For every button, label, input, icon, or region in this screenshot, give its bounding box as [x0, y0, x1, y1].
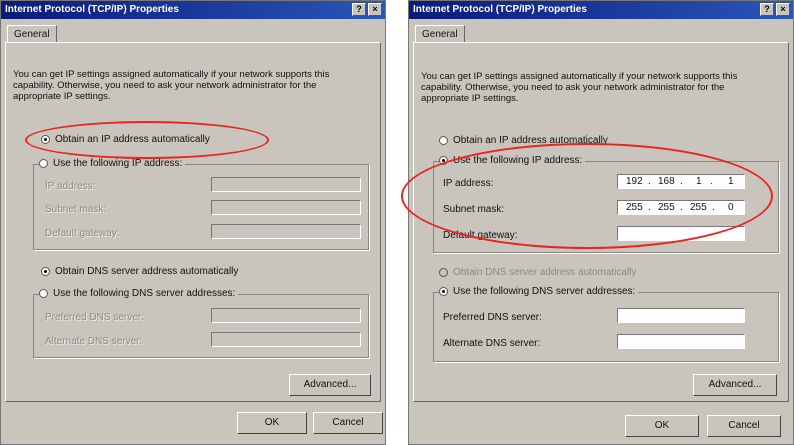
- dns-groupbox: [433, 292, 779, 362]
- radio-unselected-icon: [439, 136, 448, 145]
- close-button[interactable]: ×: [776, 3, 790, 16]
- radio-unselected-icon: [39, 289, 48, 298]
- right-titlebar: Internet Protocol (TCP/IP) Properties ? …: [409, 1, 793, 19]
- right-dialog: Internet Protocol (TCP/IP) Properties ? …: [401, 0, 794, 445]
- highlight-oval: [401, 143, 773, 249]
- cancel-button[interactable]: Cancel: [707, 415, 781, 437]
- radio-label: Obtain DNS server address automatically: [55, 266, 239, 277]
- alternate-dns-label: Alternate DNS server:: [45, 336, 143, 347]
- advanced-button[interactable]: Advanced...: [289, 374, 371, 396]
- tab-general[interactable]: General: [415, 25, 465, 43]
- radio-obtain-dns-auto: Obtain DNS server address automatically: [439, 267, 636, 278]
- cancel-button[interactable]: Cancel: [313, 412, 383, 434]
- radio-use-following-dns[interactable]: Use the following DNS server addresses:: [439, 286, 639, 297]
- default-gateway-field[interactable]: [211, 224, 361, 239]
- preferred-dns-field[interactable]: [211, 308, 361, 323]
- alternate-dns-field[interactable]: [211, 332, 361, 347]
- preferred-dns-label: Preferred DNS server:: [45, 312, 144, 323]
- radio-label: Use the following DNS server addresses:: [53, 288, 236, 299]
- subnet-mask-label: Subnet mask:: [45, 204, 107, 215]
- radio-label: Obtain DNS server address automatically: [453, 267, 637, 278]
- left-titlebar: Internet Protocol (TCP/IP) Properties ? …: [1, 1, 385, 19]
- subnet-mask-field[interactable]: [211, 200, 361, 215]
- advanced-button[interactable]: Advanced...: [693, 374, 777, 396]
- ok-button[interactable]: OK: [237, 412, 307, 434]
- close-button[interactable]: ×: [368, 3, 382, 16]
- radio-use-following-dns[interactable]: Use the following DNS server addresses:: [39, 288, 239, 299]
- right-title: Internet Protocol (TCP/IP) Properties: [413, 4, 587, 15]
- radio-use-following-ip[interactable]: Use the following IP address:: [39, 158, 186, 169]
- description-text: You can get IP settings assigned automat…: [13, 69, 330, 102]
- radio-selected-icon: [439, 287, 448, 296]
- ok-button[interactable]: OK: [625, 415, 699, 437]
- radio-unselected-icon: [39, 159, 48, 168]
- radio-obtain-dns-auto[interactable]: Obtain DNS server address automatically: [41, 266, 238, 277]
- radio-selected-icon: [41, 267, 50, 276]
- alternate-dns-field[interactable]: [617, 334, 745, 349]
- default-gateway-label: Default gateway:: [45, 228, 120, 239]
- help-button[interactable]: ?: [760, 3, 774, 16]
- preferred-dns-field[interactable]: [617, 308, 745, 323]
- preferred-dns-label: Preferred DNS server:: [443, 312, 542, 323]
- dns-groupbox: [33, 294, 369, 358]
- radio-disabled-icon: [439, 268, 448, 277]
- tab-general[interactable]: General: [7, 25, 57, 43]
- highlight-oval: [25, 121, 269, 159]
- ip-address-label: IP address:: [45, 181, 96, 192]
- help-button[interactable]: ?: [352, 3, 366, 16]
- alternate-dns-label: Alternate DNS server:: [443, 338, 541, 349]
- ip-address-field[interactable]: [211, 177, 361, 192]
- description-text: You can get IP settings assigned automat…: [421, 71, 738, 104]
- left-title: Internet Protocol (TCP/IP) Properties: [5, 4, 179, 15]
- left-dialog: Internet Protocol (TCP/IP) Properties ? …: [0, 0, 386, 445]
- radio-label: Use the following IP address:: [53, 158, 183, 169]
- radio-label: Use the following DNS server addresses:: [453, 286, 636, 297]
